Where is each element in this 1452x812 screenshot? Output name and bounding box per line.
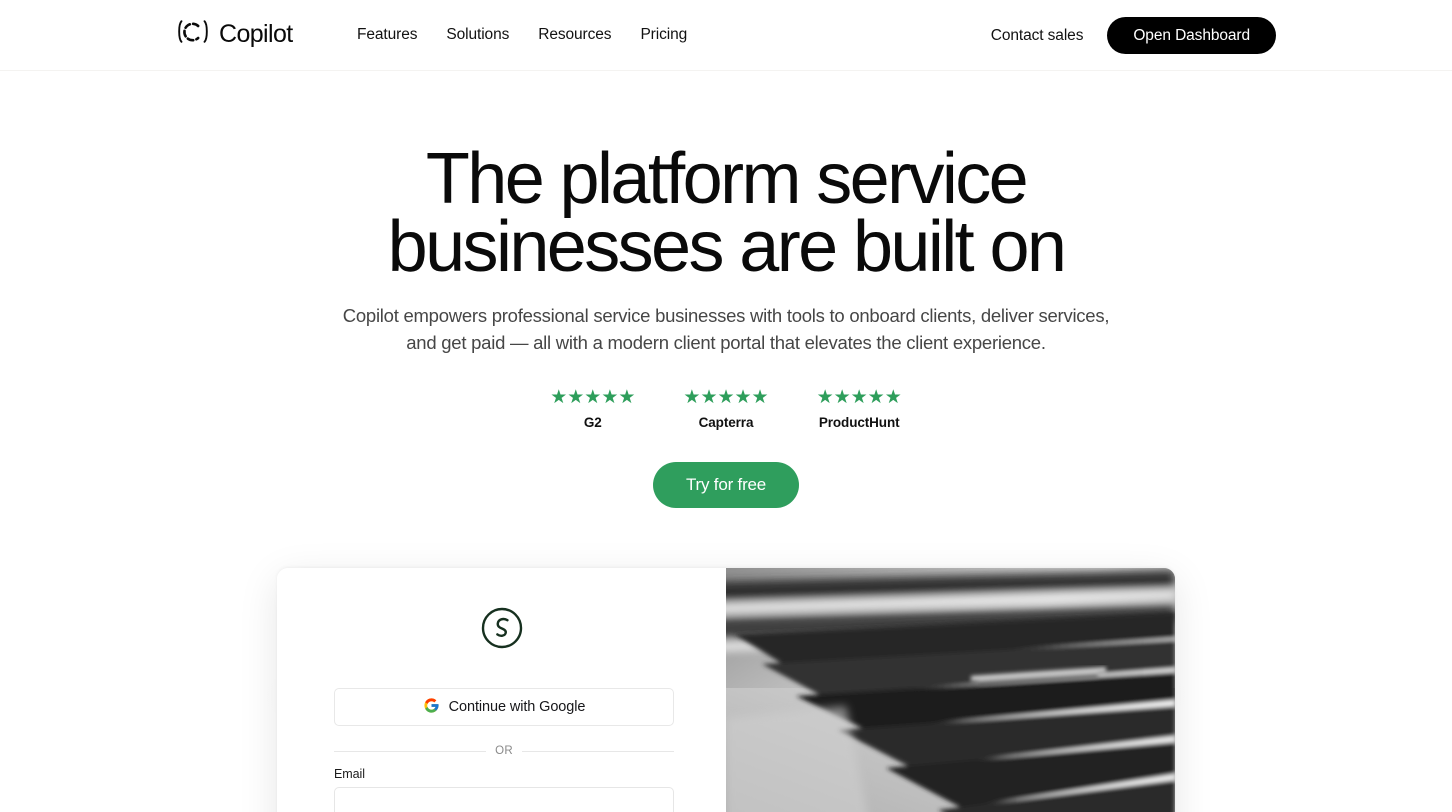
divider-line-right <box>521 750 675 752</box>
divider-label: OR <box>495 745 513 757</box>
divider-line-left <box>334 750 487 752</box>
star-rating-icon: ★★★★★ <box>816 387 902 408</box>
rating-g2: ★★★★★ G2 <box>550 387 635 430</box>
pencils-photo <box>726 568 1175 812</box>
continue-with-google-label: Continue with Google <box>448 699 586 715</box>
hero-subheadline: Copilot empowers professional service bu… <box>342 305 1110 353</box>
rating-label: G2 <box>583 415 602 430</box>
nav-link-pricing[interactable]: Pricing <box>640 25 687 45</box>
brand-name: Copilot <box>219 20 293 48</box>
rating-capterra: ★★★★★ Capterra <box>683 387 768 430</box>
rating-label: Capterra <box>698 415 754 430</box>
contact-sales-link[interactable]: Contact sales <box>991 27 1084 45</box>
hero-section: The platform service businesses are buil… <box>0 71 1452 508</box>
continue-with-google-button[interactable]: Continue with Google <box>334 688 674 726</box>
or-divider: OR <box>334 745 675 757</box>
copilot-parenthesis-circle-logo-icon <box>174 18 212 51</box>
copilot-circle-mark-icon <box>480 606 524 650</box>
rating-label: ProductHunt <box>818 415 900 430</box>
nav-link-features[interactable]: Features <box>357 25 417 45</box>
page-title: The platform service businesses are buil… <box>387 139 1067 287</box>
ratings-row: ★★★★★ G2 ★★★★★ Capterra ★★★★★ ProductHun… <box>0 387 1452 430</box>
star-rating-icon: ★★★★★ <box>550 387 636 408</box>
email-field-label: Email <box>334 767 366 781</box>
app-preview-card: Continue with Google OR Email <box>277 568 1175 812</box>
star-rating-icon: ★★★★★ <box>683 387 769 408</box>
primary-nav-links: Features Solutions Resources Pricing <box>357 25 687 45</box>
nav-actions: Contact sales Open Dashboard <box>991 17 1276 54</box>
google-g-icon <box>423 697 440 718</box>
try-for-free-button[interactable]: Try for free <box>652 462 800 508</box>
nav-link-solutions[interactable]: Solutions <box>446 25 509 45</box>
email-field[interactable] <box>334 787 674 812</box>
open-dashboard-button[interactable]: Open Dashboard <box>1107 17 1276 54</box>
brand-logo[interactable]: Copilot <box>174 18 293 51</box>
login-pane: Continue with Google OR Email <box>277 568 726 812</box>
top-navigation-bar: Copilot Features Solutions Resources Pri… <box>0 0 1452 71</box>
nav-link-resources[interactable]: Resources <box>538 25 611 45</box>
cta-container: Try for free <box>0 462 1452 508</box>
rating-producthunt: ★★★★★ ProductHunt <box>817 387 902 430</box>
